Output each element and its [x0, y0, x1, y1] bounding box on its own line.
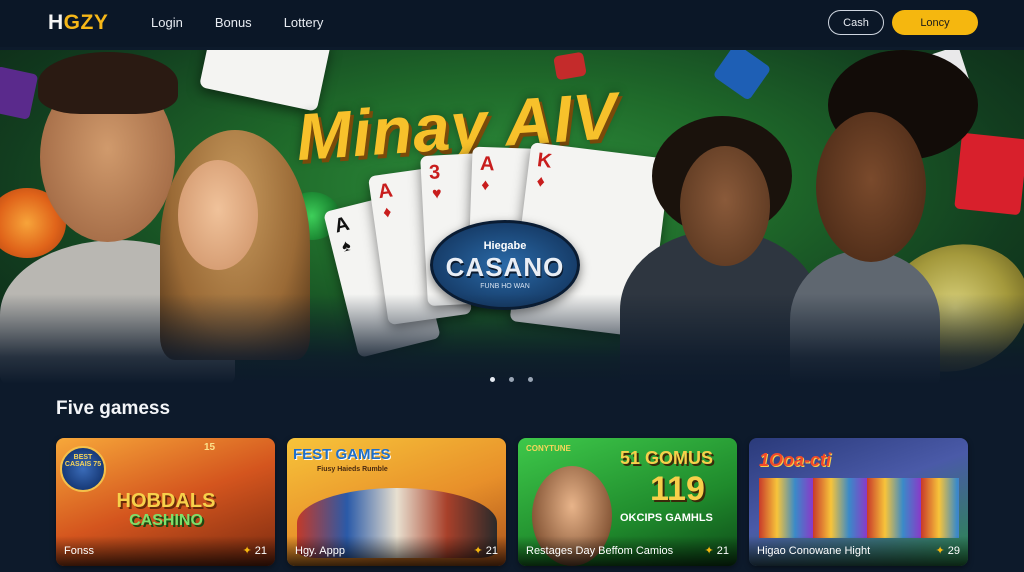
star-icon: ✦	[242, 545, 252, 557]
badge-main-text: CASANO	[445, 252, 565, 282]
site-logo[interactable]: HGZY	[48, 11, 108, 35]
lottery-button[interactable]: Loncy	[892, 10, 978, 35]
game-art-subtitle: OKCIPS GAMHLS	[620, 512, 713, 524]
game-art-subtitle: CASHINO	[129, 512, 203, 529]
logo-text: HGZY	[48, 11, 108, 34]
dice-icon	[712, 50, 772, 102]
carousel-dots	[490, 377, 533, 382]
game-art-number: 119	[650, 470, 705, 508]
game-art-title: HOBDALS	[116, 490, 216, 512]
dice-icon	[553, 51, 587, 81]
slot-reels	[759, 478, 959, 538]
star-icon: ✦	[473, 545, 483, 557]
main-nav: Login Bonus Lottery	[151, 15, 323, 30]
game-art-title: 51 GOMUS	[620, 448, 714, 468]
game-badge-text: CONYTUNE	[526, 444, 571, 453]
carousel-dot[interactable]	[490, 377, 495, 382]
game-card[interactable]: 1Ooa-cti Higao Conowane Hight ✦ 29	[749, 438, 968, 566]
game-card[interactable]: BEST CASAIS 75 15 HOBDALS CASHINO Fonss …	[56, 438, 275, 566]
game-art-subtitle: Fiusy Haieds Rumble	[317, 466, 388, 473]
logo-letters: GZY	[63, 11, 109, 34]
game-badge-text: BEST CASAIS 75	[64, 454, 102, 468]
cash-button[interactable]: Cash	[828, 10, 884, 35]
woman-face	[178, 160, 258, 270]
game-art-title: FEST GAMES	[293, 446, 391, 463]
dice-icon	[0, 66, 39, 120]
man-hair	[38, 52, 178, 114]
game-count: ✦ 29	[935, 545, 960, 557]
game-count: ✦ 21	[473, 545, 498, 557]
hero-fade	[0, 294, 1024, 384]
game-count: ✦ 21	[704, 545, 729, 557]
game-badge-number: 15	[204, 442, 216, 453]
star-icon: ✦	[704, 545, 714, 557]
game-name: Fonss	[64, 545, 94, 557]
game-name: Higao Conowane Hight	[757, 545, 871, 557]
game-art-title: 1Ooa-cti	[759, 450, 832, 470]
carousel-dot[interactable]	[528, 377, 533, 382]
woman-face	[816, 112, 926, 262]
game-card[interactable]: CONYTUNE 51 GOMUS 119 OKCIPS GAMHLS Rest…	[518, 438, 737, 566]
badge-top-text: Hiegabe	[483, 240, 527, 252]
nav-bonus[interactable]: Bonus	[215, 15, 252, 30]
game-count: ✦ 21	[242, 545, 267, 557]
dice-icon	[954, 132, 1024, 216]
top-header: HGZY Login Bonus Lottery Cash Loncy	[0, 0, 1024, 47]
nav-login[interactable]: Login	[151, 15, 183, 30]
nav-lottery[interactable]: Lottery	[284, 15, 324, 30]
badge-icon	[60, 446, 106, 492]
game-name: Restages Day Beffom Camios	[526, 545, 674, 557]
logo-letter: H	[48, 11, 64, 34]
badge-bottom-text: FUNB HO WAN	[480, 283, 530, 290]
woman-face	[680, 146, 770, 266]
hero-banner[interactable]: Minay AIV A ♠ A ♦ 3 ♥ A ♦ K ♦ Hiegabe CA…	[0, 50, 1024, 384]
carousel-dot[interactable]	[509, 377, 514, 382]
game-name: Hgy. Appp	[295, 545, 345, 557]
game-card[interactable]: FEST GAMES Fiusy Haieds Rumble Hgy. Appp…	[287, 438, 506, 566]
star-icon: ✦	[935, 545, 945, 557]
section-title: Five gamess	[56, 398, 171, 419]
